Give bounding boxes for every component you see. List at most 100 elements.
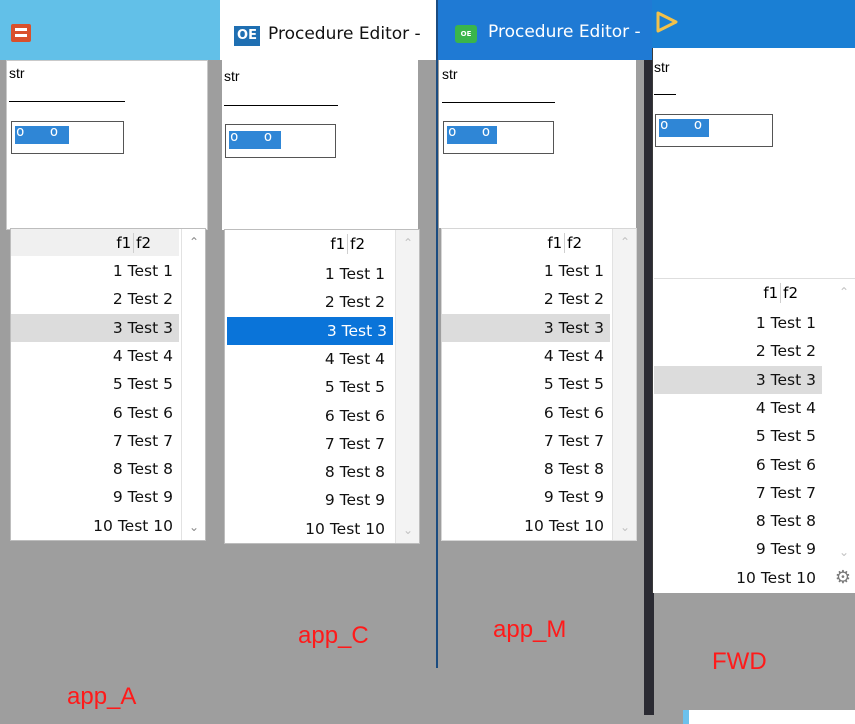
table-row[interactable]: 1 Test 1: [11, 257, 179, 285]
table-row[interactable]: 4 Test 4: [654, 394, 822, 422]
browse-header[interactable]: f1 f2: [654, 279, 828, 306]
caption-app-c: app_C: [298, 622, 369, 649]
titlebar-fwd[interactable]: [652, 0, 855, 48]
oe-icon[interactable]: OE: [234, 26, 260, 46]
table-row[interactable]: 5 Test 5: [442, 370, 610, 398]
row-cells: 2 Test 2: [324, 293, 385, 312]
window-title-app-m: Procedure Editor -: [488, 22, 641, 42]
table-row[interactable]: 8 Test 8: [654, 507, 822, 535]
table-row[interactable]: 9 Test 9: [225, 486, 391, 514]
table-row[interactable]: 6 Test 6: [654, 451, 822, 479]
row-cells: 5 Test 5: [755, 427, 816, 446]
oe-icon[interactable]: OE: [455, 25, 477, 43]
fill-in-field[interactable]: o o: [225, 124, 336, 158]
titlebar-app-a[interactable]: [0, 0, 220, 60]
table-row[interactable]: 5 Test 5: [11, 370, 179, 398]
app-a-icon[interactable]: [11, 24, 31, 42]
scroll-down-icon[interactable]: ⌄: [832, 545, 855, 559]
table-row[interactable]: 7 Test 7: [11, 427, 179, 455]
row-cells: 7 Test 7: [324, 434, 385, 453]
table-row[interactable]: 9 Test 9: [654, 535, 822, 563]
selected-row[interactable]: 3 Test 3: [442, 313, 610, 342]
table-row[interactable]: 1 Test 1: [654, 309, 822, 337]
table-row[interactable]: 7 Test 7: [225, 430, 391, 458]
header-f1[interactable]: f1: [328, 235, 347, 253]
browse-header[interactable]: f1 f2: [442, 229, 610, 256]
table-row[interactable]: 2 Test 2: [654, 337, 822, 365]
table-row[interactable]: 10 Test 10: [11, 512, 179, 540]
header-f1[interactable]: f1: [761, 284, 780, 302]
row-cells: 1 Test 1: [324, 265, 385, 283]
table-row[interactable]: 8 Test 8: [442, 455, 610, 483]
browse-fwd[interactable]: f1 f2 ⌃ ⌄ ⚙ 1 Test 1 2 Test 2 3 Test 3 4 Tes…: [654, 278, 855, 593]
row-cells: 5 Test 5: [112, 375, 173, 394]
browse-app-a[interactable]: f1 f2 ⌃ ⌄ 1 Test 1 2 Test 2 3 Test 3 4 Test …: [10, 228, 206, 541]
table-row[interactable]: 9 Test 9: [11, 483, 179, 511]
table-row[interactable]: 9 Test 9: [442, 483, 610, 511]
label-underline: [654, 94, 676, 95]
row-cells: 6 Test 6: [112, 403, 173, 422]
browse-app-c[interactable]: f1 f2 ⌃ ⌄ 1 Test 1 2 Test 2 3 Test 3 4 Test …: [224, 229, 420, 544]
scroll-up-icon[interactable]: ⌃: [182, 235, 205, 249]
selected-row[interactable]: 3 Test 3: [11, 313, 179, 342]
table-row[interactable]: 2 Test 2: [442, 285, 610, 313]
fill-in-value: o o: [448, 124, 491, 140]
header-f2[interactable]: f2: [134, 234, 179, 252]
scroll-down-icon[interactable]: ⌄: [613, 520, 636, 534]
table-row[interactable]: 8 Test 8: [225, 458, 391, 486]
table-row[interactable]: 4 Test 4: [11, 342, 179, 370]
scroll-down-icon[interactable]: ⌄: [182, 520, 205, 534]
selected-row[interactable]: 3 Test 3: [654, 365, 822, 394]
table-row[interactable]: 7 Test 7: [442, 427, 610, 455]
fill-in-field[interactable]: o o: [11, 121, 124, 154]
vertical-scrollbar[interactable]: ⌃ ⌄: [181, 229, 205, 540]
header-f2[interactable]: f2: [565, 234, 610, 252]
table-row[interactable]: 7 Test 7: [654, 479, 822, 507]
vertical-scrollbar[interactable]: ⌃ ⌄: [395, 230, 419, 543]
row-cells: 10 Test 10: [736, 568, 816, 587]
table-row[interactable]: 4 Test 4: [442, 342, 610, 370]
table-row[interactable]: 10 Test 10: [654, 564, 822, 592]
vertical-scrollbar[interactable]: ⌃ ⌄: [832, 279, 855, 565]
table-row[interactable]: 5 Test 5: [654, 422, 822, 450]
fwd-triangle-icon[interactable]: [654, 9, 680, 35]
header-f2[interactable]: f2: [781, 284, 828, 302]
browse-header[interactable]: f1 f2: [225, 230, 393, 257]
table-row[interactable]: 5 Test 5: [225, 373, 391, 401]
row-cells: 6 Test 6: [755, 455, 816, 474]
fill-in-field[interactable]: o o: [655, 114, 773, 147]
table-row[interactable]: 1 Test 1: [442, 257, 610, 285]
table-row[interactable]: 4 Test 4: [225, 345, 391, 373]
table-row[interactable]: 10 Test 10: [442, 512, 610, 540]
table-row[interactable]: 6 Test 6: [11, 399, 179, 427]
fill-in-field[interactable]: o o: [443, 121, 554, 154]
scroll-up-icon[interactable]: ⌃: [396, 236, 419, 250]
row-cells: 9 Test 9: [324, 491, 385, 510]
table-row[interactable]: 1 Test 1: [225, 260, 391, 288]
header-f1[interactable]: f1: [545, 234, 564, 252]
row-cells: 4 Test 4: [543, 346, 604, 365]
row-cells: 8 Test 8: [112, 460, 173, 479]
str-label: str: [9, 65, 25, 81]
row-cells: 7 Test 7: [543, 431, 604, 450]
table-row[interactable]: 8 Test 8: [11, 455, 179, 483]
table-row[interactable]: 2 Test 2: [11, 285, 179, 313]
header-f1[interactable]: f1: [114, 234, 133, 252]
scroll-up-icon[interactable]: ⌃: [613, 235, 636, 249]
table-row[interactable]: 10 Test 10: [225, 515, 391, 543]
browse-app-m[interactable]: f1 f2 ⌃ ⌄ 1 Test 1 2 Test 2 3 Test 3 4 Test …: [441, 228, 637, 541]
scroll-up-icon[interactable]: ⌃: [832, 285, 855, 299]
row-cells: 8 Test 8: [543, 460, 604, 479]
scroll-down-icon[interactable]: ⌄: [396, 523, 419, 537]
selected-row[interactable]: 3 Test 3: [227, 316, 393, 345]
vertical-scrollbar[interactable]: ⌃ ⌄: [612, 229, 636, 540]
browse-header[interactable]: f1 f2: [11, 229, 179, 256]
gear-icon[interactable]: ⚙: [833, 568, 853, 588]
table-row[interactable]: 6 Test 6: [225, 402, 391, 430]
table-row[interactable]: 6 Test 6: [442, 399, 610, 427]
row-cells: 8 Test 8: [755, 512, 816, 531]
str-label: str: [654, 59, 670, 75]
table-row[interactable]: 2 Test 2: [225, 288, 391, 316]
row-cells: 2 Test 2: [543, 290, 604, 309]
header-f2[interactable]: f2: [348, 235, 393, 253]
